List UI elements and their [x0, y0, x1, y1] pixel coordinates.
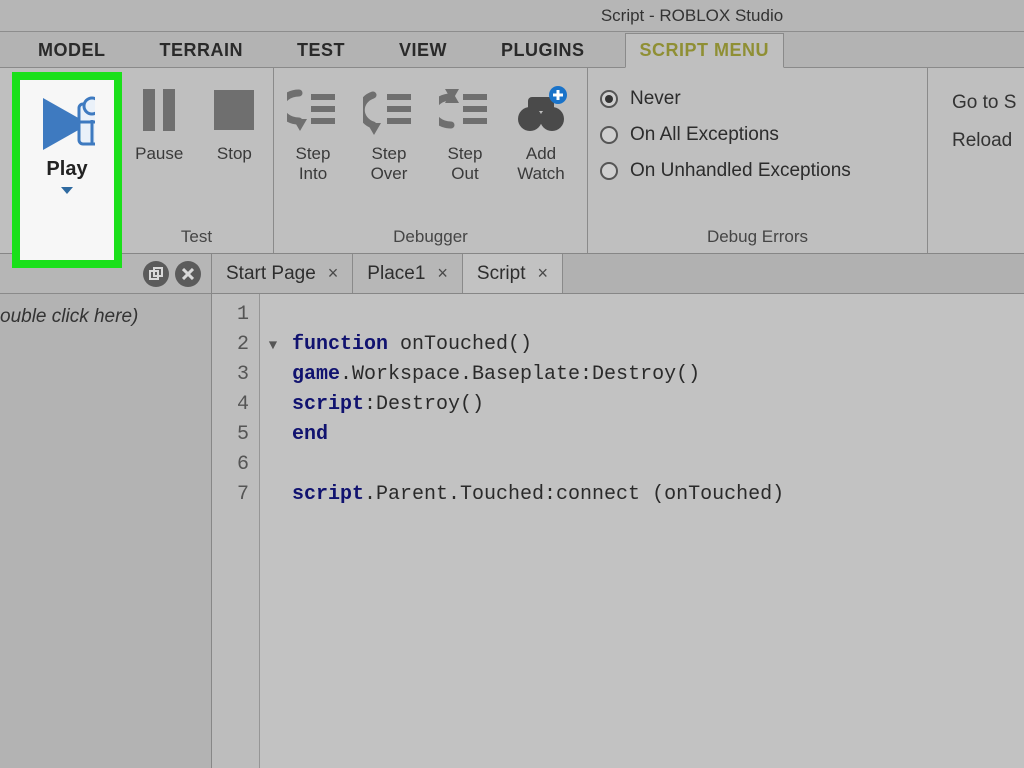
- radio-dot-icon: [600, 126, 618, 144]
- chevron-down-icon[interactable]: [61, 187, 73, 194]
- code-editor[interactable]: 1234567 ▼ function onTouched()game.Works…: [212, 294, 1024, 768]
- menu-tab-script-menu[interactable]: SCRIPT MENU: [625, 33, 785, 68]
- add-watch-label: Add Watch: [517, 144, 565, 183]
- play-character-icon: [39, 96, 95, 152]
- code-fold-column[interactable]: ▼: [260, 294, 286, 768]
- debug-errors-radios: Never On All Exceptions On Unhandled Exc…: [594, 78, 855, 182]
- stop-icon: [206, 82, 262, 138]
- ribbon-group-debug-errors: Never On All Exceptions On Unhandled Exc…: [588, 68, 928, 253]
- code-line[interactable]: function onTouched(): [292, 330, 784, 360]
- step-out-icon: [437, 82, 493, 138]
- close-icon[interactable]: ×: [538, 263, 549, 284]
- ribbon-group-debugger-label: Debugger: [280, 223, 581, 253]
- menu-tab-plugins[interactable]: PLUGINS: [487, 34, 599, 67]
- reload-button[interactable]: Reload: [952, 130, 1018, 152]
- pause-button[interactable]: Pause: [127, 78, 192, 164]
- radio-dot-icon: [600, 90, 618, 108]
- menu-tab-test[interactable]: TEST: [283, 34, 359, 67]
- close-icon[interactable]: ×: [328, 263, 339, 284]
- menu-tab-model[interactable]: MODEL: [24, 34, 120, 67]
- code-line[interactable]: [292, 300, 784, 330]
- doc-tab-label: Script: [477, 263, 526, 285]
- highlight-play: Play: [12, 72, 122, 268]
- doc-tab-label: Place1: [367, 263, 425, 285]
- ribbon-group-actions: Go to S Reload: [928, 68, 1024, 253]
- code-line[interactable]: script.Parent.Touched:connect (onTouched…: [292, 480, 784, 510]
- radio-all-exceptions[interactable]: On All Exceptions: [600, 124, 851, 146]
- radio-never[interactable]: Never: [600, 88, 851, 110]
- radio-never-label: Never: [630, 88, 681, 110]
- doc-tab-start-page[interactable]: Start Page ×: [212, 254, 353, 293]
- document-tabs: Start Page × Place1 × Script ×: [212, 254, 1024, 294]
- step-over-label: Step Over: [371, 144, 408, 183]
- step-out-label: Step Out: [448, 144, 483, 183]
- code-line[interactable]: script:Destroy(): [292, 390, 784, 420]
- stop-label: Stop: [217, 144, 252, 164]
- radio-unhandled-label: On Unhandled Exceptions: [630, 160, 851, 182]
- line-number-gutter: 1234567: [212, 294, 260, 768]
- title-bar: Script - ROBLOX Studio: [0, 0, 1024, 32]
- code-line[interactable]: [292, 450, 784, 480]
- play-button[interactable]: Play: [22, 92, 112, 194]
- add-watch-button[interactable]: Add Watch: [508, 78, 574, 183]
- code-line[interactable]: end: [292, 420, 784, 450]
- step-into-button[interactable]: Step Into: [280, 78, 346, 183]
- ribbon-group-debugger: Step Into Step Over: [274, 68, 588, 253]
- goto-button[interactable]: Go to S: [952, 92, 1018, 114]
- code-line[interactable]: game.Workspace.Baseplate:Destroy(): [292, 360, 784, 390]
- menu-tabs: MODEL TERRAIN TEST VIEW PLUGINS SCRIPT MENU: [0, 32, 1024, 68]
- radio-all-label: On All Exceptions: [630, 124, 779, 146]
- stop-button[interactable]: Stop: [202, 78, 267, 164]
- step-into-label: Step Into: [296, 144, 331, 183]
- workspace: ouble click here) Start Page×Place1×Scri…: [0, 254, 1024, 768]
- radio-unhandled-exceptions[interactable]: On Unhandled Exceptions: [600, 160, 851, 182]
- play-label: Play: [46, 158, 87, 181]
- editor-area: Start Page × Place1 × Script × 1234567 ▼ func…: [212, 254, 1024, 768]
- side-hint-text: ouble click here): [0, 294, 211, 328]
- ribbon: Pause Stop Test: [0, 68, 1024, 254]
- close-icon[interactable]: ×: [437, 263, 448, 284]
- window-title: Script - ROBLOX Studio: [601, 6, 783, 26]
- menu-tab-terrain[interactable]: TERRAIN: [146, 34, 258, 67]
- step-over-button[interactable]: Step Over: [356, 78, 422, 183]
- close-panel-button[interactable]: [175, 261, 201, 287]
- binoculars-plus-icon: [513, 82, 569, 138]
- doc-tab-place1[interactable]: Place1 ×: [353, 254, 463, 293]
- pause-label: Pause: [135, 144, 183, 164]
- side-panel: ouble click here): [0, 254, 212, 768]
- code-content[interactable]: function onTouched()game.Workspace.Basep…: [286, 294, 784, 768]
- doc-tab-label: Start Page: [226, 263, 316, 285]
- radio-dot-icon: [600, 162, 618, 180]
- step-out-button[interactable]: Step Out: [432, 78, 498, 183]
- pause-icon: [131, 82, 187, 138]
- doc-tab-script[interactable]: Script ×: [463, 254, 563, 293]
- step-over-icon: [361, 82, 417, 138]
- ribbon-group-errors-label: Debug Errors: [594, 223, 921, 253]
- duplicate-panel-button[interactable]: [143, 261, 169, 287]
- step-into-icon: [285, 82, 341, 138]
- menu-tab-view[interactable]: VIEW: [385, 34, 461, 67]
